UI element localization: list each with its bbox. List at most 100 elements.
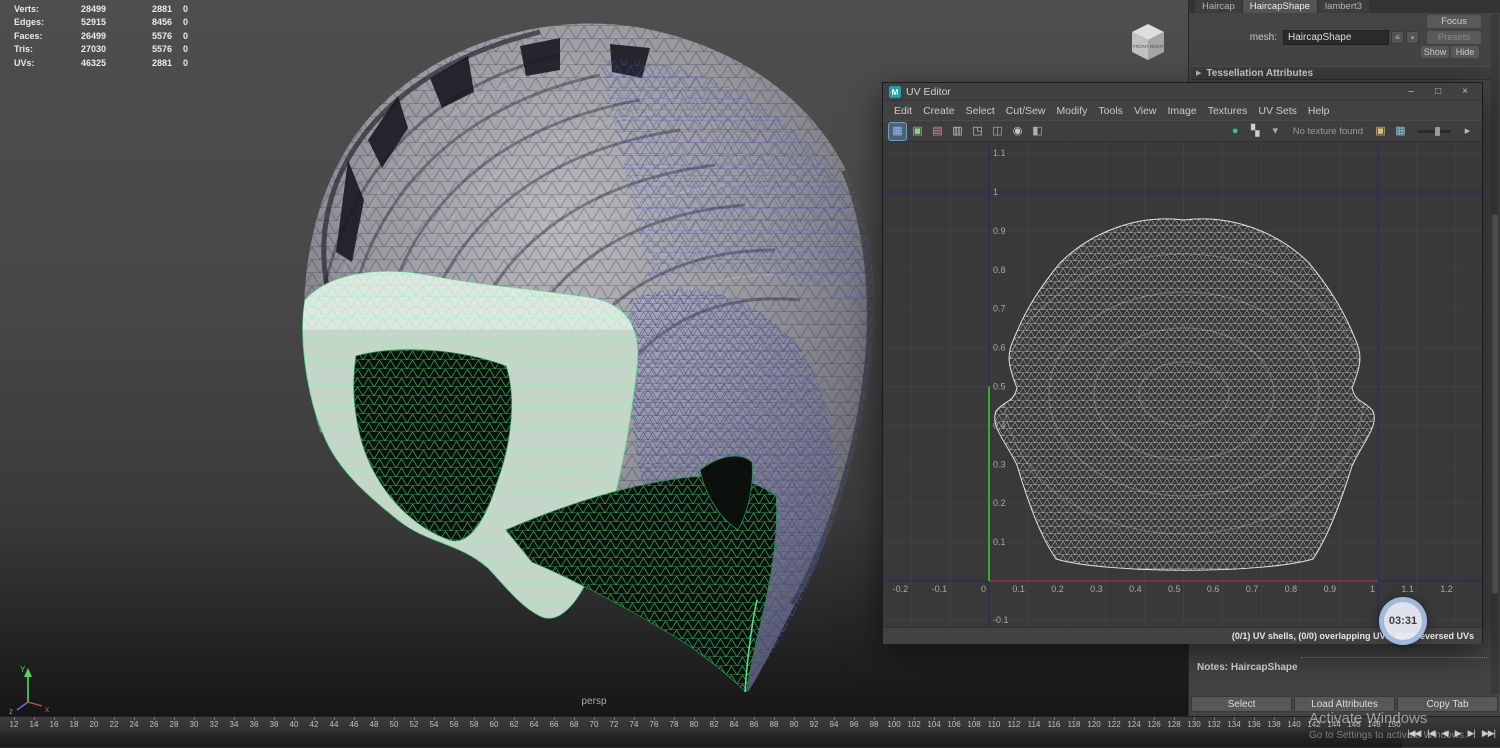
- checker-map-icon[interactable]: ▚: [1247, 123, 1264, 140]
- timeline-frame-number: 66: [549, 720, 559, 729]
- panel-arrow-icon[interactable]: ▸: [1459, 123, 1476, 140]
- grid-display-icon[interactable]: ▥: [949, 123, 966, 140]
- go-to-end-button[interactable]: ▶▶|: [1480, 726, 1497, 740]
- mesh-name-input[interactable]: [1283, 30, 1389, 45]
- timeline-frame-number: 40: [289, 720, 299, 729]
- timeline-frame-number: 36: [249, 720, 259, 729]
- camera-name-label: persp: [581, 696, 607, 707]
- timeline-frame-number: 24: [129, 720, 139, 729]
- menu-uv-sets[interactable]: UV Sets: [1258, 105, 1297, 117]
- pixel-snap-icon[interactable]: ◳: [969, 123, 986, 140]
- slider-handle[interactable]: [1435, 126, 1440, 136]
- timeline-frame-number: 126: [1147, 720, 1161, 729]
- menu-help[interactable]: Help: [1308, 105, 1330, 117]
- timeline-frame-number: 72: [609, 720, 619, 729]
- step-back-frame-button[interactable]: ◀: [1440, 726, 1450, 740]
- timeline-frame-number: 104: [927, 720, 941, 729]
- uv-canvas[interactable]: 1.1 1 0.9 0.8 0.7 0.6 0.5 0.4 0.3 0.2 0.1 -0.1 -0.2 -…: [883, 142, 1482, 627]
- shader-ball-icon[interactable]: ●: [1227, 123, 1244, 140]
- step-forward-frame-button[interactable]: ▶|: [1466, 726, 1477, 740]
- presets-button[interactable]: Presets: [1427, 31, 1481, 44]
- attribute-editor-footer: Select Load Attributes Copy Tab: [1191, 696, 1498, 712]
- timeline-frame-number: 146: [1347, 720, 1361, 729]
- select-button[interactable]: Select: [1191, 696, 1292, 712]
- timeline-frame-number: 112: [1007, 720, 1021, 729]
- uv-editor-window[interactable]: M UV Editor – □ × Edit Create Select Cut…: [882, 82, 1483, 644]
- menu-select[interactable]: Select: [966, 105, 995, 117]
- show-button[interactable]: Show: [1421, 46, 1449, 58]
- maya-logo-icon: M: [889, 85, 901, 98]
- timeline-frame-number: 92: [809, 720, 819, 729]
- timeline-frame-number: 86: [749, 720, 759, 729]
- chevron-down-icon[interactable]: ▾: [1267, 123, 1284, 140]
- timeline-frame-number: 38: [269, 720, 279, 729]
- time-slider[interactable]: 12 14 16 18 20 22 24 26 28 30 32 34 36 38 40 42 44 46 48 50…: [0, 716, 1500, 748]
- attribute-editor-scrollbar[interactable]: [1491, 14, 1499, 694]
- texture-status-text: No texture found: [1292, 125, 1363, 137]
- uv-editor-titlebar[interactable]: M UV Editor – □ ×: [883, 83, 1482, 101]
- timeline-frame-number: 88: [769, 720, 779, 729]
- stat-row-verts: Verts: 28499 2881 0: [14, 3, 188, 16]
- uv-editor-toolbar: ▦ ▣ ▤ ▥ ◳ ◫ ◉ ◧ ● ▚ ▾ No texture found ▣ ▦ ▸: [883, 120, 1482, 142]
- load-attributes-button[interactable]: Load Attributes: [1294, 696, 1395, 712]
- connection-list-icon[interactable]: ≡: [1391, 31, 1404, 44]
- timeline-frame-number: 144: [1327, 720, 1341, 729]
- image-dim-slider[interactable]: [1417, 126, 1451, 136]
- timeline-frame-number: 132: [1207, 720, 1221, 729]
- menu-create[interactable]: Create: [923, 105, 955, 117]
- image-display-icon[interactable]: ▣: [909, 123, 926, 140]
- tab-haircapshape[interactable]: HaircapShape: [1242, 0, 1317, 13]
- copy-tab-button[interactable]: Copy Tab: [1397, 696, 1498, 712]
- timeline-frame-number: 90: [789, 720, 799, 729]
- tab-lambert3[interactable]: lambert3: [1317, 0, 1369, 13]
- scrollbar-thumb[interactable]: [1492, 214, 1498, 594]
- step-back-key-button[interactable]: |◀: [1425, 726, 1436, 740]
- play-forward-button[interactable]: ▶: [1453, 726, 1463, 740]
- uv-shell-mesh[interactable]: [994, 218, 1375, 571]
- range-slider[interactable]: [0, 732, 1402, 748]
- uv-grid-tick-label: 0.4: [1129, 584, 1142, 594]
- refresh-textures-icon[interactable]: ▦: [1392, 123, 1409, 140]
- axis-orientation-gizmo: Y z x: [9, 665, 49, 716]
- minimize-button[interactable]: –: [1409, 86, 1415, 97]
- menu-image[interactable]: Image: [1168, 105, 1197, 117]
- notes-label: Notes: HaircapShape: [1197, 662, 1298, 673]
- menu-tools[interactable]: Tools: [1098, 105, 1123, 117]
- stat-label: Tris:: [14, 44, 34, 55]
- timeline-frame-number: 82: [709, 720, 719, 729]
- menu-edit[interactable]: Edit: [894, 105, 912, 117]
- menu-cut-sew[interactable]: Cut/Sew: [1006, 105, 1046, 117]
- timeline-frame-number: 150: [1387, 720, 1401, 729]
- menu-modify[interactable]: Modify: [1056, 105, 1087, 117]
- mesh-field-label: mesh:: [1249, 32, 1277, 43]
- timeline-frame-number: 118: [1067, 720, 1081, 729]
- timeline-frame-number: 52: [409, 720, 419, 729]
- menu-view[interactable]: View: [1134, 105, 1157, 117]
- tab-haircap[interactable]: Haircap: [1195, 0, 1242, 13]
- timeline-frame-number: 110: [987, 720, 1001, 729]
- stat-row-faces: Faces: 26499 5576 0: [14, 30, 188, 43]
- image-ratio-icon[interactable]: ▤: [929, 123, 946, 140]
- section-tessellation-attributes[interactable]: ▶ Tessellation Attributes: [1191, 66, 1498, 80]
- go-to-start-button[interactable]: |◀◀: [1405, 726, 1422, 740]
- bake-texture-icon[interactable]: ▣: [1372, 123, 1389, 140]
- uv-shaded-display-icon[interactable]: ▦: [888, 121, 907, 141]
- texture-swatch-icon[interactable]: ▪: [1406, 31, 1419, 44]
- stat-label: Verts:: [14, 4, 40, 14]
- stat-row-tris: Tris: 27030 5576 0: [14, 43, 188, 56]
- maximize-button[interactable]: □: [1435, 86, 1441, 97]
- shell-border-icon[interactable]: ◫: [989, 123, 1006, 140]
- section-label: Tessellation Attributes: [1206, 67, 1314, 79]
- focus-button[interactable]: Focus: [1427, 15, 1481, 28]
- dim-image-icon[interactable]: ◧: [1029, 123, 1046, 140]
- uv-grid-tick-label: 0.3: [993, 459, 1006, 469]
- hide-button[interactable]: Hide: [1451, 46, 1479, 58]
- timeline-frame-number: 140: [1287, 720, 1301, 729]
- view-cube[interactable]: FRONT RIGHT: [1124, 20, 1172, 64]
- uv-grid-tick-label: 0.4: [993, 420, 1006, 430]
- timeline-frame-number: 124: [1127, 720, 1141, 729]
- timeline-frame-number: 34: [229, 720, 239, 729]
- menu-textures[interactable]: Textures: [1208, 105, 1248, 117]
- close-button[interactable]: ×: [1462, 86, 1468, 97]
- texture-border-icon[interactable]: ◉: [1009, 123, 1026, 140]
